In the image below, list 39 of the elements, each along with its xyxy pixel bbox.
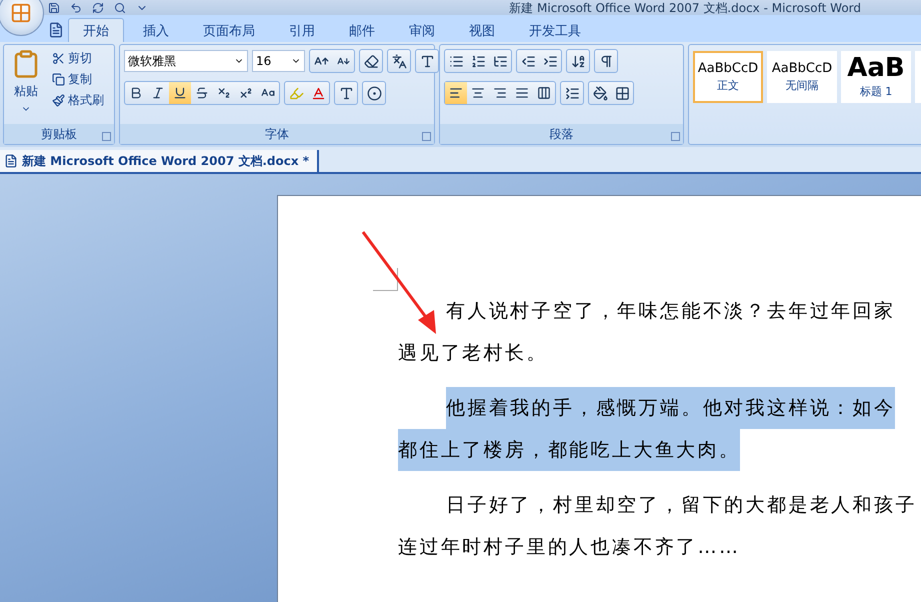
ribbon-tab[interactable]: 审阅 [394,18,450,42]
font-name-field[interactable]: 微软雅黑 [124,50,248,72]
text-line: 遇见了老村长。 [398,341,548,366]
document-icon [48,22,64,38]
style-tile[interactable]: AaB 标题 1 [841,51,911,103]
save-icon[interactable] [48,2,60,14]
print-preview-icon[interactable] [114,2,126,14]
clipboard-button[interactable]: 剪切 [50,49,106,68]
underline-icon[interactable] [169,82,191,104]
paintbrush-icon [52,94,65,107]
undo-icon[interactable] [70,2,82,14]
text-line: 连过年时村子里的人也凑不齐了…… [398,535,740,560]
clipboard-button[interactable]: 复制 [50,70,106,89]
paste-button[interactable]: 粘贴 [8,49,44,124]
text-line: 日子好了，村里却空了，留下的大都是老人和孩子 [446,493,917,518]
style-tile[interactable]: AaBbCcD 无间隔 [767,51,837,103]
ribbon-tab[interactable]: 引用 [274,18,330,42]
group-label: 剪贴板 [41,126,77,142]
ribbon-tab[interactable]: 插入 [128,18,184,42]
group-label: 字体 [265,126,289,142]
document-tab[interactable]: 新建 Microsoft Office Word 2007 文档.docx * [0,150,320,172]
ribbon-tab[interactable]: 视图 [454,18,510,42]
font-size-field[interactable]: 16 [252,50,305,72]
office-logo-icon [10,2,32,24]
document-icon [4,154,18,168]
ribbon-tab[interactable]: 邮件 [334,18,390,42]
align-left-icon[interactable] [445,82,467,104]
style-tile[interactable]: AaBbCcD 正文 [693,51,763,103]
margin-corner-mark [373,268,398,291]
copy-icon [52,73,65,86]
redo-icon[interactable] [92,2,104,14]
ribbon-tab[interactable]: 开发工具 [514,18,596,42]
ribbon-tab[interactable]: 开始 [68,18,124,42]
scissors-icon [52,52,65,65]
clipboard-button[interactable]: 格式刷 [50,91,106,110]
text-line: 有人说村子空了，年味怎能不淡？去年过年回家 [446,299,896,324]
window-title: 新建 Microsoft Office Word 2007 文档.docx - Microsoft Word [509,0,861,14]
ribbon-tab[interactable]: 页面布局 [188,18,270,42]
group-label: 段落 [550,126,574,142]
